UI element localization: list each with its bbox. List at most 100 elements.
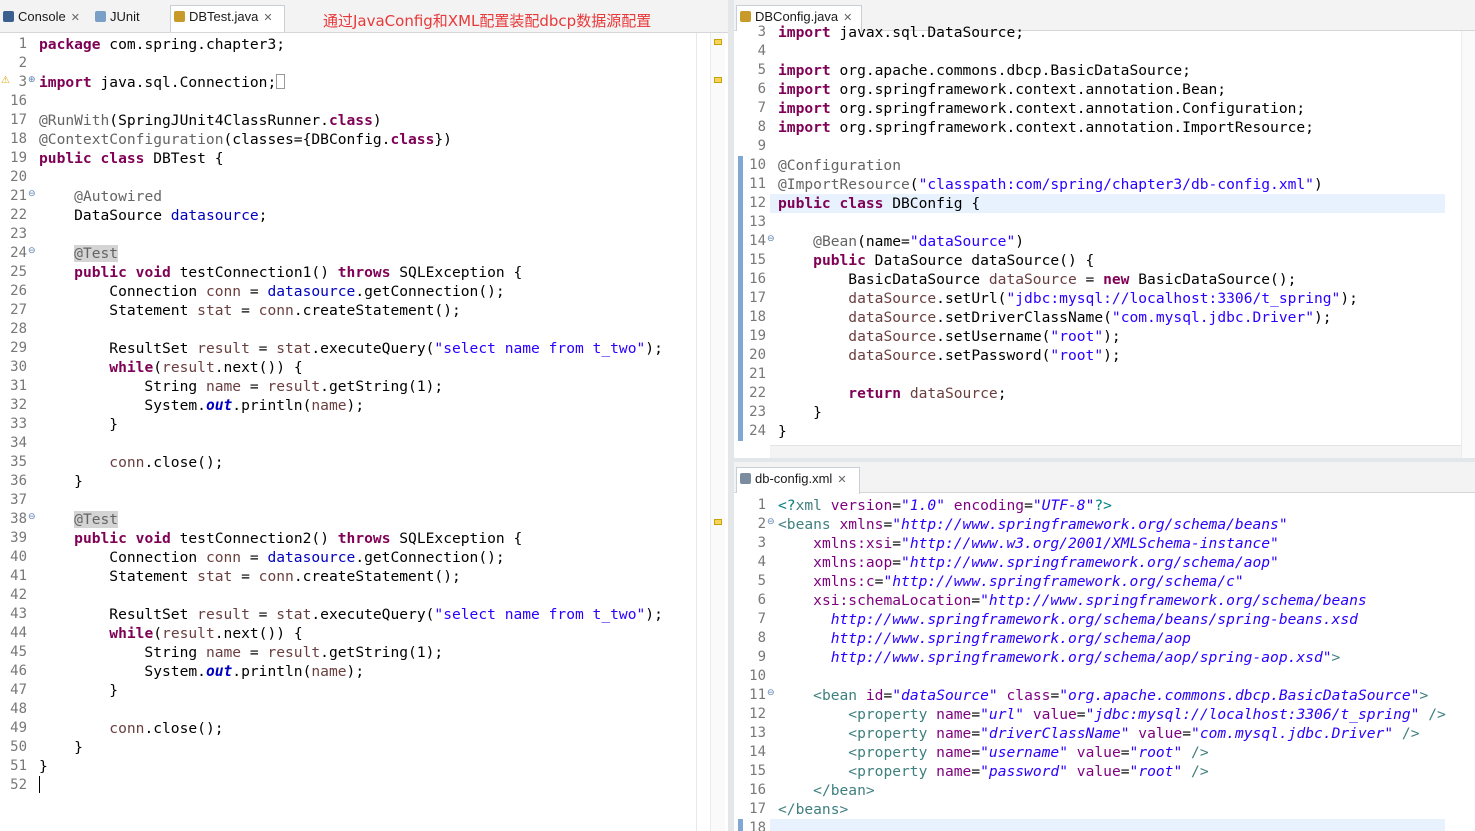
line-number: 16 xyxy=(10,93,27,109)
code-line: dataSource.setDriverClassName("com.mysql… xyxy=(848,309,1332,326)
tab-dbtest-java[interactable]: DBTest.java ✕ xyxy=(170,5,285,32)
code-line: public class DBTest { xyxy=(39,150,224,167)
line-number: 28 xyxy=(10,321,27,337)
overview-ruler[interactable] xyxy=(710,33,725,831)
line-number: 36 xyxy=(10,473,27,489)
code-line: import javax.sql.DataSource; xyxy=(778,24,1025,41)
code-line: dataSource.setUrl("jdbc:mysql://localhos… xyxy=(848,290,1358,307)
code-line: xmlns:c="http://www.springframework.org/… xyxy=(813,573,1244,590)
code-line: import org.apache.commons.dbcp.BasicData… xyxy=(778,62,1191,79)
line-number: 7 xyxy=(757,611,766,627)
line-number: 3 xyxy=(757,535,766,551)
annotation-text: 通过JavaConfig和XML配置装配dbcp数据源配置 xyxy=(323,12,652,30)
code-line: while(result.next()) { xyxy=(109,359,303,376)
code-line: import java.sql.Connection; xyxy=(39,73,286,92)
change-marker xyxy=(738,819,743,831)
code-line: public void testConnection2() throws SQL… xyxy=(74,530,523,547)
text-cursor xyxy=(39,776,40,793)
code-line: http://www.springframework.org/schema/be… xyxy=(830,611,1358,628)
fold-toggle-icon[interactable]: ⊖ xyxy=(28,189,36,199)
line-number: 2 xyxy=(757,516,766,532)
close-icon[interactable]: ✕ xyxy=(837,474,846,486)
code-line: return dataSource; xyxy=(848,385,1007,402)
code-line: public void testConnection1() throws SQL… xyxy=(74,264,523,281)
dbtest-code-editor[interactable]: 1 package com.spring.chapter3; 2 3 ⊕ import j… xyxy=(0,33,728,831)
line-number: 43 xyxy=(10,606,27,622)
line-number: 40 xyxy=(10,549,27,565)
line-number: 38 xyxy=(10,511,27,527)
code-line: Connection conn = datasource.getConnecti… xyxy=(39,283,505,300)
dbtest-editor-pane: Console ✕ JUnit DBTest.java ✕ 通过JavaConfig… xyxy=(0,0,728,831)
code-line: <property name="username" value="root" /… xyxy=(848,744,1209,761)
fold-toggle-icon[interactable]: ⊖ xyxy=(767,234,775,244)
line-number: 22 xyxy=(10,207,27,223)
line-number: 17 xyxy=(10,112,27,128)
line-number: 49 xyxy=(10,720,27,736)
code-line: } xyxy=(39,416,119,433)
code-line: http://www.springframework.org/schema/ao… xyxy=(830,649,1341,666)
code-line: System.out.println(name); xyxy=(39,663,365,680)
line-number: 52 xyxy=(10,777,27,793)
line-number: 46 xyxy=(10,663,27,679)
line-number: 17 xyxy=(749,801,766,817)
close-icon[interactable]: ✕ xyxy=(71,12,80,24)
line-number: 29 xyxy=(10,340,27,356)
line-number: 1 xyxy=(757,497,766,513)
code-line: while(result.next()) { xyxy=(109,625,303,642)
line-number: 23 xyxy=(10,226,27,242)
line-number: 48 xyxy=(10,701,27,717)
line-number: 4 xyxy=(757,554,766,570)
line-number: 19 xyxy=(10,150,27,166)
code-line: <property name="driverClassName" value="… xyxy=(848,725,1420,742)
db-config-xml-pane: db-config.xml ✕ 1 <?xml version="1.0" enco… xyxy=(734,462,1475,831)
code-line: DataSource datasource; xyxy=(39,207,268,224)
fold-toggle-icon[interactable]: ⊖ xyxy=(767,688,775,698)
fold-toggle-icon[interactable]: ⊖ xyxy=(28,512,36,522)
line-number: 3 xyxy=(757,24,766,40)
tab-junit[interactable]: JUnit xyxy=(92,6,164,28)
code-line: System.out.println(name); xyxy=(39,397,365,414)
line-number: 5 xyxy=(757,62,766,78)
java-file-icon xyxy=(174,11,185,22)
current-line-highlight xyxy=(770,819,1445,831)
fold-toggle-icon[interactable]: ⊖ xyxy=(767,517,775,527)
code-line: Statement stat = conn.createStatement(); xyxy=(39,568,461,585)
code-line: xmlns:aop="http://www.springframework.or… xyxy=(813,554,1279,571)
fold-toggle-icon[interactable]: ⊖ xyxy=(28,246,36,256)
line-number: 31 xyxy=(10,378,27,394)
code-line: <bean id="dataSource" class="org.apache.… xyxy=(813,687,1429,704)
code-line: conn.close(); xyxy=(109,720,224,737)
code-line: conn.close(); xyxy=(109,454,224,471)
tab-db-config-xml[interactable]: db-config.xml ✕ xyxy=(736,467,860,494)
line-number: 16 xyxy=(749,782,766,798)
line-number: 24 xyxy=(10,245,27,261)
line-number: 25 xyxy=(10,264,27,280)
line-number: 35 xyxy=(10,454,27,470)
line-number: 8 xyxy=(757,119,766,135)
code-line: } xyxy=(39,739,83,756)
line-number: 37 xyxy=(10,492,27,508)
line-number: 5 xyxy=(757,573,766,589)
code-line: dataSource.setPassword("root"); xyxy=(848,347,1121,364)
line-number: 45 xyxy=(10,644,27,660)
code-line: Connection conn = datasource.getConnecti… xyxy=(39,549,505,566)
line-number: 33 xyxy=(10,416,27,432)
code-line: @ImportResource("classpath:com/spring/ch… xyxy=(778,176,1323,193)
close-icon[interactable]: ✕ xyxy=(263,12,272,24)
java-file-icon xyxy=(740,11,751,22)
xml-code-editor[interactable]: 1 <?xml version="1.0" encoding="UTF-8"?> 2… xyxy=(734,493,1475,831)
fold-toggle-icon[interactable]: ⊕ xyxy=(28,75,36,85)
line-number: 6 xyxy=(757,81,766,97)
line-number: 1 xyxy=(18,36,27,52)
dbconfig-code-editor[interactable]: 3 import javax.sql.DataSource; 4 5 import or… xyxy=(734,24,1475,458)
code-line: public DataSource dataSource() { xyxy=(813,252,1095,269)
warning-icon[interactable]: ⚠ xyxy=(1,75,10,86)
code-line: <property name="password" value="root" /… xyxy=(848,763,1209,780)
vertical-scrollbar[interactable] xyxy=(1461,31,1475,458)
line-number: 18 xyxy=(10,131,27,147)
horizontal-scrollbar[interactable] xyxy=(770,445,1461,458)
left-tab-bar: Console ✕ JUnit DBTest.java ✕ 通过JavaConfig… xyxy=(0,0,728,33)
line-number: 42 xyxy=(10,587,27,603)
code-line: </beans> xyxy=(778,801,849,818)
tab-console[interactable]: Console ✕ xyxy=(0,6,90,28)
